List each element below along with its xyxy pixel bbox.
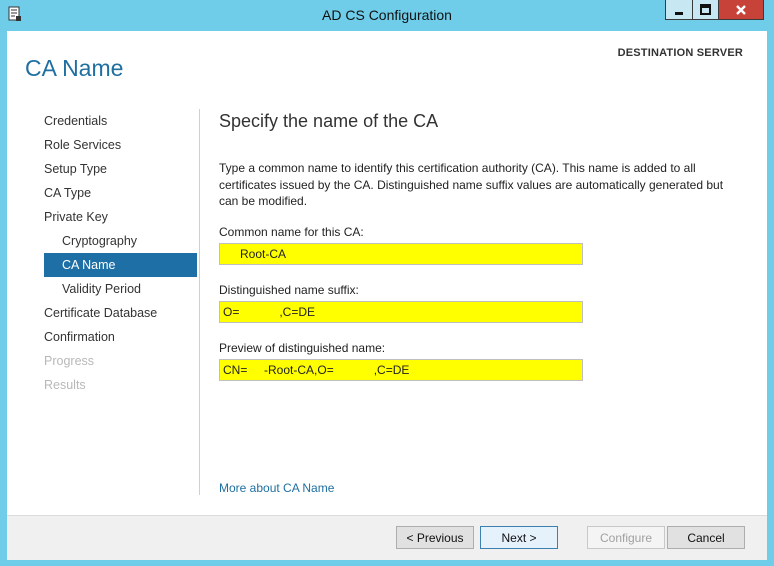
nav-item-certificate-database[interactable]: Certificate Database <box>44 301 157 325</box>
close-icon <box>736 5 746 15</box>
nav-item-ca-name[interactable]: CA Name <box>44 253 197 277</box>
maximize-icon <box>700 4 711 15</box>
nav-divider <box>199 109 200 495</box>
common-name-input[interactable]: Root-CA <box>219 243 583 265</box>
nav-item-progress: Progress <box>44 354 95 368</box>
destination-server-label: DESTINATION SERVER <box>617 47 743 59</box>
more-about-ca-name-link[interactable]: More about CA Name <box>219 481 334 495</box>
nav-item-cryptography[interactable]: Cryptography <box>62 229 137 253</box>
title-bar[interactable]: AD CS Configuration <box>0 0 774 30</box>
nav-item-private-key[interactable]: Private Key <box>44 205 108 229</box>
section-description: Type a common name to identify this cert… <box>219 161 724 208</box>
common-name-label: Common name for this CA: <box>219 225 364 239</box>
nav-item-results: Results <box>44 378 86 392</box>
minimize-button[interactable] <box>665 0 693 20</box>
minimize-icon <box>675 12 683 15</box>
section-heading: Specify the name of the CA <box>219 111 439 131</box>
cancel-button[interactable]: Cancel <box>667 526 745 549</box>
nav-item-ca-type[interactable]: CA Type <box>44 181 91 205</box>
next-button[interactable]: Next > <box>480 526 558 549</box>
preview-label: Preview of distinguished name: <box>219 341 386 355</box>
wizard-body: CA Name DESTINATION SERVER Credentials R… <box>7 31 767 560</box>
destination-server-value <box>594 64 752 98</box>
previous-button[interactable]: < Previous <box>396 526 474 549</box>
distinguished-name-preview: CN= -Root-CA,O= ,C=DE <box>219 359 583 381</box>
suffix-label: Distinguished name suffix: <box>219 283 359 297</box>
page-title: CA Name <box>25 55 124 81</box>
window-title: AD CS Configuration <box>322 7 452 23</box>
nav-item-validity-period[interactable]: Validity Period <box>62 277 141 301</box>
wizard-footer: < Previous Next > Configure Cancel <box>7 515 767 560</box>
configure-button: Configure <box>587 526 665 549</box>
nav-item-confirmation[interactable]: Confirmation <box>44 325 115 349</box>
nav-item-setup-type[interactable]: Setup Type <box>44 157 107 181</box>
distinguished-name-suffix-input[interactable]: O= ,C=DE <box>219 301 583 323</box>
nav-item-credentials[interactable]: Credentials <box>44 109 107 133</box>
close-button[interactable] <box>718 0 764 20</box>
nav-item-role-services[interactable]: Role Services <box>44 133 121 157</box>
window: AD CS Configuration CA Name DESTINATION … <box>0 0 774 566</box>
maximize-button[interactable] <box>692 0 719 20</box>
